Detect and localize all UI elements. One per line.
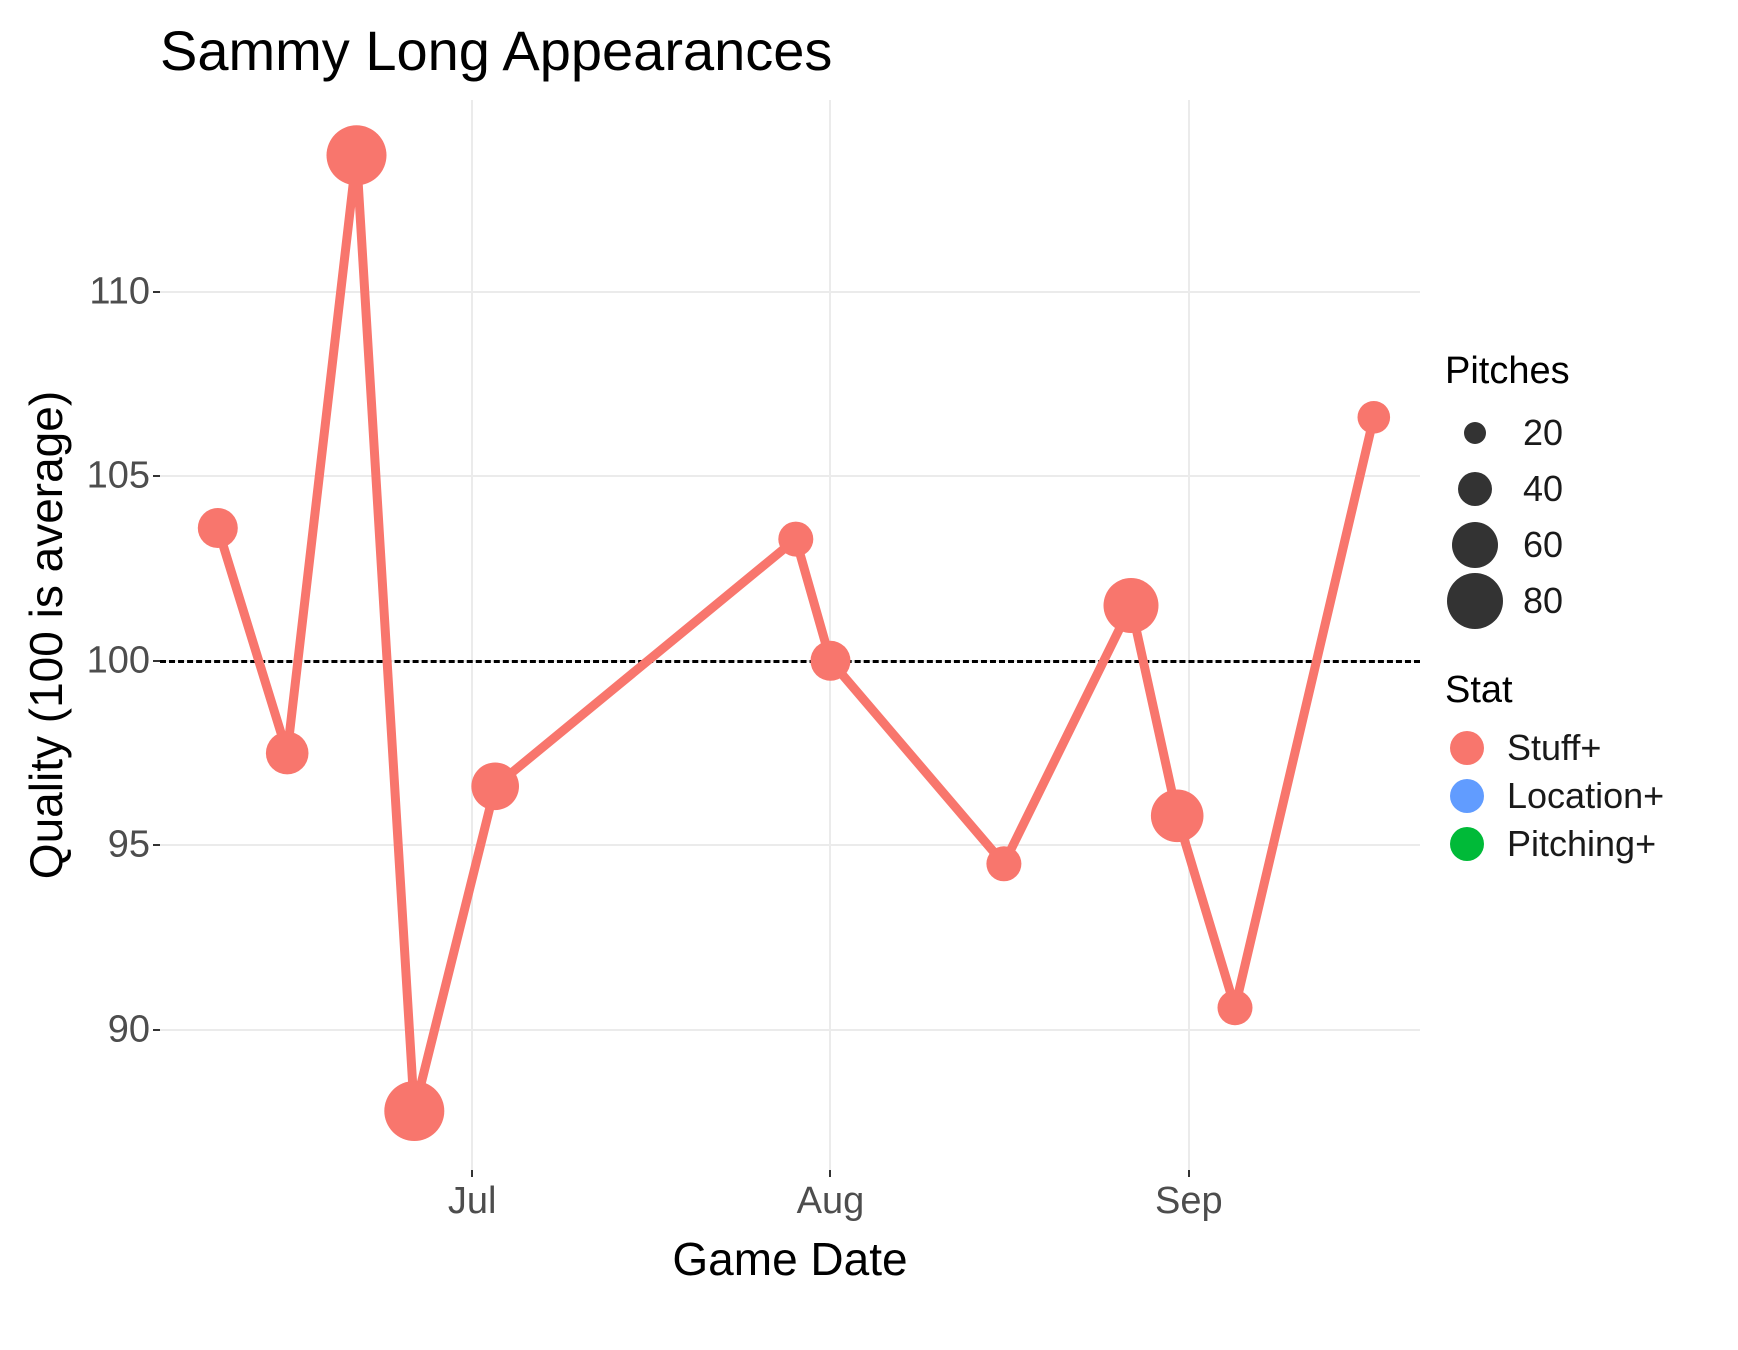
legend-color-swatch bbox=[1450, 731, 1484, 765]
data-point bbox=[986, 846, 1021, 881]
y-tick-mark bbox=[153, 844, 160, 846]
legend-color: Stat Stuff+ Location+ Pitching+ bbox=[1445, 669, 1725, 868]
x-tick-mark bbox=[829, 1170, 831, 1177]
legend-color-swatch bbox=[1450, 779, 1484, 813]
legend-size-row: 80 bbox=[1445, 573, 1725, 629]
legend-color-label: Stuff+ bbox=[1507, 727, 1601, 769]
data-point bbox=[1358, 401, 1391, 434]
legend-size-label: 80 bbox=[1523, 580, 1563, 622]
legend-color-row: Pitching+ bbox=[1445, 820, 1725, 868]
x-axis-label: Game Date bbox=[160, 1232, 1420, 1286]
legend-color-label: Pitching+ bbox=[1507, 823, 1656, 865]
data-point bbox=[327, 125, 387, 185]
y-tick-label: 110 bbox=[40, 270, 150, 313]
y-tick-mark bbox=[153, 660, 160, 662]
data-point bbox=[471, 763, 519, 811]
y-tick-label: 105 bbox=[40, 455, 150, 498]
data-point bbox=[1104, 578, 1159, 633]
y-tick-mark bbox=[153, 291, 160, 293]
chart-title: Sammy Long Appearances bbox=[160, 18, 832, 83]
legend-size-label: 40 bbox=[1523, 468, 1563, 510]
chart-container: Sammy Long Appearances Quality (100 is a… bbox=[0, 0, 1738, 1350]
legend-color-label: Location+ bbox=[1507, 775, 1664, 817]
y-tick-label: 100 bbox=[40, 639, 150, 682]
data-point bbox=[1218, 990, 1253, 1025]
legend-color-row: Location+ bbox=[1445, 772, 1725, 820]
legend-size-row: 20 bbox=[1445, 405, 1725, 461]
legend-size-row: 40 bbox=[1445, 461, 1725, 517]
data-point bbox=[266, 732, 309, 775]
data-point bbox=[198, 508, 238, 548]
y-tick-mark bbox=[153, 475, 160, 477]
x-tick-mark bbox=[1188, 1170, 1190, 1177]
series-layer bbox=[160, 100, 1420, 1170]
data-point bbox=[811, 641, 851, 681]
legend-area: Pitches 20 40 60 80 Stat Stuff+ Location+ Pit… bbox=[1445, 350, 1725, 868]
y-tick-mark bbox=[153, 1029, 160, 1031]
series-line bbox=[218, 155, 1374, 1111]
legend-size-swatch bbox=[1447, 573, 1503, 629]
x-tick-label: Sep bbox=[1155, 1180, 1223, 1223]
y-tick-label: 95 bbox=[40, 824, 150, 867]
data-point bbox=[778, 522, 813, 557]
legend-size-title: Pitches bbox=[1445, 350, 1725, 393]
data-point bbox=[384, 1081, 444, 1141]
legend-color-title: Stat bbox=[1445, 669, 1725, 712]
legend-color-swatch bbox=[1450, 827, 1484, 861]
legend-size-row: 60 bbox=[1445, 517, 1725, 573]
legend-size-label: 20 bbox=[1523, 412, 1563, 454]
legend-size-swatch bbox=[1452, 522, 1498, 568]
data-point bbox=[1151, 790, 1204, 843]
legend-size: Pitches 20 40 60 80 bbox=[1445, 350, 1725, 629]
legend-size-swatch bbox=[1458, 472, 1492, 506]
y-tick-label: 90 bbox=[40, 1008, 150, 1051]
x-tick-mark bbox=[471, 1170, 473, 1177]
legend-color-row: Stuff+ bbox=[1445, 724, 1725, 772]
legend-size-swatch bbox=[1464, 422, 1486, 444]
legend-size-label: 60 bbox=[1523, 524, 1563, 566]
x-tick-label: Aug bbox=[797, 1180, 865, 1223]
plot-panel bbox=[160, 100, 1420, 1170]
x-tick-label: Jul bbox=[448, 1180, 497, 1223]
